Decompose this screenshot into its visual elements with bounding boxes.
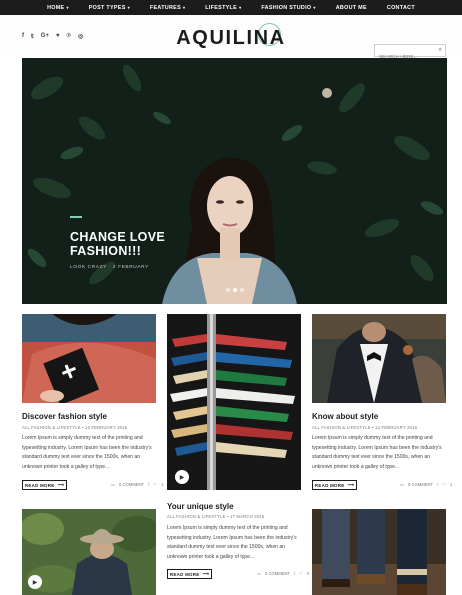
arrow-right-icon: ⟶	[57, 482, 65, 487]
post-title[interactable]: Discover fashion style	[22, 412, 107, 421]
comment-icon: ▭	[400, 482, 404, 487]
post-excerpt: Lorem Ipsum is simply dummy text of the …	[167, 525, 297, 560]
arrow-right-icon: ⟶	[347, 482, 355, 487]
arrow-right-icon: ⟶	[202, 571, 210, 576]
comment-icon: ▭	[257, 571, 261, 576]
slider-dot[interactable]	[240, 288, 244, 292]
nav-item-features[interactable]: FEATURES ▾	[150, 5, 185, 11]
nav-item-about-me[interactable]: ABOUT ME	[336, 5, 367, 11]
like-count: 1	[161, 482, 164, 487]
read-more-button[interactable]: READ MORE ⟶	[312, 480, 357, 490]
read-more-button[interactable]: READ MORE ⟶	[167, 569, 212, 579]
comment-count[interactable]: 0 COMMENT	[119, 482, 144, 487]
post-image[interactable]: ▶	[167, 314, 301, 490]
hero-title[interactable]: CHANGE LOVE FASHION!!!	[70, 230, 210, 258]
post-meta: ALL FASHION & LIFESTYLE • 17 MARCH 2016	[167, 514, 265, 519]
post-title[interactable]: Your unique style	[167, 502, 234, 511]
nav-item-home[interactable]: HOME ▾	[47, 5, 69, 11]
video-icon[interactable]: ▶	[28, 575, 42, 589]
post-stats: ▭ 0 COMMENT / ♡ 1	[400, 482, 453, 487]
post-image[interactable]	[22, 314, 156, 403]
read-more-button[interactable]: READ MORE ⟶	[22, 480, 67, 490]
top-navigation: HOME ▾ POST TYPES ▾ FEATURES ▾ LIFESTYLE ▾ F…	[0, 0, 462, 15]
nav-item-fashion-studio[interactable]: FASHION STUDIO ▾	[261, 5, 315, 11]
hero-slider[interactable]: CHANGE LOVE FASHION!!! LOOK CRAZY · 2 FE…	[22, 58, 447, 304]
site-header: f 𝕥 G+ ♥ ℗ ◎ AQUILINA ⌕	[0, 15, 462, 63]
post-meta: ALL FASHION & LIFESTYLE • 12 FEBRUARY 20…	[22, 425, 128, 430]
post-image[interactable]: ▶	[22, 509, 156, 595]
post-title[interactable]: Know about style	[312, 412, 378, 421]
heart-icon[interactable]: ♡	[153, 482, 157, 487]
hero-meta: LOOK CRAZY · 2 FEBRUARY	[70, 265, 149, 270]
search-box: ⌕	[374, 44, 446, 63]
nav-item-post-types[interactable]: POST TYPES ▾	[89, 5, 130, 11]
heart-icon[interactable]: ♡	[442, 482, 446, 487]
video-icon[interactable]: ▶	[175, 470, 189, 484]
search-icon[interactable]: ⌕	[439, 47, 442, 54]
slider-dot[interactable]	[226, 288, 230, 292]
chevron-down-icon: ▾	[239, 4, 242, 10]
comment-count[interactable]: 0 COMMENT	[265, 571, 290, 576]
chevron-down-icon: ▾	[182, 4, 186, 10]
hero-accent-line	[70, 216, 82, 218]
like-count: 0	[307, 571, 310, 576]
post-image[interactable]	[312, 314, 446, 403]
slider-dot[interactable]	[233, 288, 237, 292]
comment-icon: ▭	[111, 482, 115, 487]
slider-dots	[226, 288, 244, 292]
post-image[interactable]	[312, 509, 446, 595]
post-excerpt: Lorem Ipsum is simply dummy text of the …	[312, 435, 442, 470]
like-count: 1	[450, 482, 453, 487]
post-stats: ▭ 0 COMMENT / ♡ 0	[257, 571, 310, 576]
chevron-down-icon: ▾	[66, 4, 69, 10]
comment-count[interactable]: 0 COMMENT	[408, 482, 433, 487]
post-excerpt: Lorem Ipsum is simply dummy text of the …	[22, 435, 152, 470]
heart-icon[interactable]: ♡	[299, 571, 303, 576]
chevron-down-icon: ▾	[313, 4, 316, 10]
nav-item-lifestyle[interactable]: LIFESTYLE ▾	[205, 5, 241, 11]
post-meta: ALL FASHION & LIFESTYLE • 12 FEBRUARY 20…	[312, 425, 418, 430]
post-stats: ▭ 0 COMMENT / ♡ 1	[111, 482, 164, 487]
nav-item-contact[interactable]: CONTACT	[387, 5, 415, 11]
chevron-down-icon: ▾	[127, 4, 130, 10]
